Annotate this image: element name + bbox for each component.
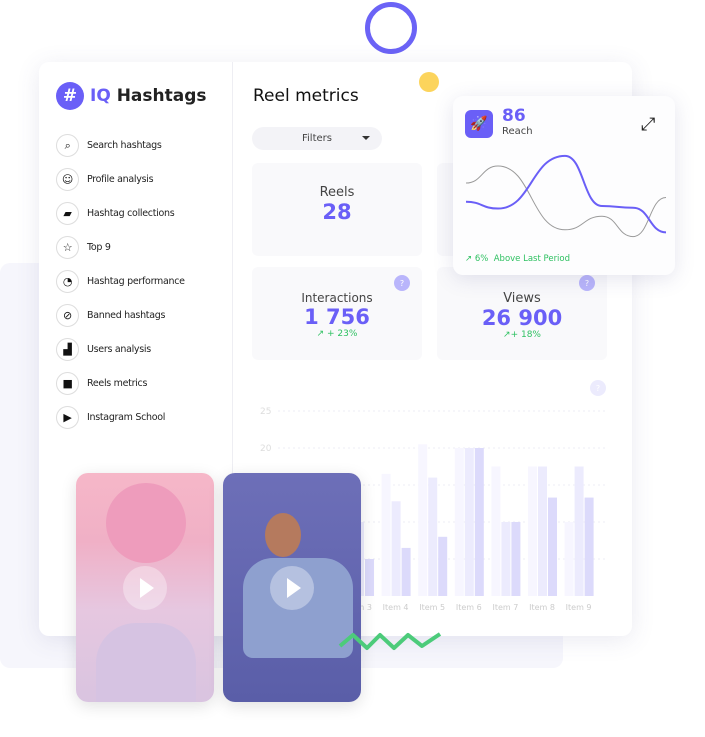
x-tick-label: Item 4 — [383, 603, 409, 612]
play-icon[interactable] — [270, 565, 314, 610]
sidebar-item-label: Users analysis — [87, 344, 151, 355]
x-tick-label: Item 6 — [456, 603, 482, 612]
head-shape — [265, 513, 301, 557]
reach-change: ↗ 6% Above Last Period — [465, 254, 570, 264]
bar — [538, 466, 547, 596]
sparkline-primary — [465, 154, 667, 234]
search-icon: ⌕ — [56, 134, 79, 157]
bar-chart-icon: ▟ — [56, 338, 79, 361]
sidebar-item-label: Profile analysis — [87, 174, 154, 185]
bar — [438, 536, 448, 596]
card-change: ↗ + 23% — [252, 329, 422, 339]
x-tick-label: Item 5 — [419, 603, 445, 612]
change-value: + 23% — [327, 329, 358, 339]
sweater-shape — [96, 623, 196, 702]
sidebar-item-label: Banned hashtags — [87, 310, 166, 321]
sidebar-item-label: Top 9 — [87, 242, 111, 253]
x-tick-label: Item 9 — [566, 603, 592, 612]
video-icon: ■ — [56, 372, 79, 395]
views-card: ? Views 26 900 ↗+ 18% — [437, 267, 607, 360]
ban-icon: ⊘ — [56, 304, 79, 327]
play-icon[interactable] — [123, 565, 167, 610]
decorative-ring — [365, 2, 417, 54]
bar — [528, 466, 537, 596]
star-icon: ☆ — [56, 236, 79, 259]
bar — [501, 522, 511, 596]
bar — [584, 497, 594, 596]
bar — [365, 559, 374, 596]
bar — [474, 448, 484, 596]
card-label: Interactions — [301, 291, 373, 305]
sidebar-item-instagram-school[interactable]: ▶ Instagram School — [56, 406, 165, 429]
bar — [391, 501, 401, 596]
bar — [428, 477, 438, 596]
decorative-zigzag — [338, 632, 442, 650]
bar — [418, 444, 428, 596]
sidebar-item-label: Hashtag performance — [87, 276, 185, 287]
help-icon[interactable]: ? — [579, 275, 595, 291]
sidebar-item-reels-metrics[interactable]: ■ Reels metrics — [56, 372, 147, 395]
chart-help-icon[interactable]: ? — [590, 380, 606, 396]
hashtag-logo-icon: # — [56, 82, 84, 110]
sidebar-item-users-analysis[interactable]: ▟ Users analysis — [56, 338, 151, 361]
brand-suffix: Hashtags — [116, 86, 207, 106]
card-change: ↗+ 18% — [437, 330, 607, 340]
folder-icon: ▰ — [56, 202, 79, 225]
sidebar-item-hashtag-performance[interactable]: ◔ Hashtag performance — [56, 270, 185, 293]
reels-card: Reels 28 — [252, 163, 422, 256]
trend-up-icon: ↗ — [465, 254, 475, 264]
card-label: Views — [503, 291, 541, 306]
x-tick-label: Item 8 — [529, 603, 555, 612]
page-title: Reel metrics — [253, 86, 359, 106]
sparkline-secondary — [465, 165, 667, 238]
filters-label: Filters — [302, 133, 332, 144]
change-value: + 18% — [510, 330, 541, 340]
bar — [574, 466, 584, 596]
help-icon[interactable]: ? — [394, 275, 410, 291]
interactions-card: ? Interactions 1 756 ↗ + 23% — [252, 267, 422, 360]
sidebar-item-label: Hashtag collections — [87, 208, 175, 219]
filters-dropdown[interactable]: Filters — [252, 127, 382, 150]
sidebar-item-profile-analysis[interactable]: ☺ Profile analysis — [56, 168, 154, 191]
bar — [548, 497, 557, 596]
card-value: 1 756 — [304, 305, 370, 329]
card-value: 26 900 — [481, 306, 563, 330]
reach-change-value: 6% — [474, 254, 489, 264]
sidebar-item-banned-hashtags[interactable]: ⊘ Banned hashtags — [56, 304, 165, 327]
sidebar-item-label: Reels metrics — [87, 378, 148, 389]
brand-prefix: IQ — [90, 86, 111, 106]
play-box-icon: ▶ — [56, 406, 79, 429]
reach-sparkline — [465, 154, 667, 238]
reel-thumbnail-pink[interactable] — [76, 473, 214, 702]
y-tick-label: 20 — [260, 444, 272, 454]
reach-change-text: Above Last Period — [493, 254, 571, 264]
y-tick-label: 25 — [260, 407, 271, 417]
sidebar-item-top-9[interactable]: ☆ Top 9 — [56, 236, 111, 259]
bar — [511, 522, 521, 596]
chevron-down-icon — [362, 136, 370, 140]
gauge-icon: ◔ — [56, 270, 79, 293]
sidebar-item-hashtag-collections[interactable]: ▰ Hashtag collections — [56, 202, 175, 225]
bar — [491, 466, 501, 596]
brand-name: IQ Hashtags — [90, 86, 207, 106]
logo[interactable]: # IQ Hashtags — [56, 82, 207, 110]
face-icon: ☺ — [56, 168, 79, 191]
reach-popup: 🚀 86 Reach ⤢ ↗ 6% Above Last Period — [453, 96, 675, 275]
trend-up-icon: ↗ — [316, 329, 327, 339]
reel-thumbnail-blue[interactable] — [223, 473, 361, 702]
card-value: 28 — [322, 200, 352, 224]
card-label: Reels — [319, 185, 355, 200]
sidebar-item-search-hashtags[interactable]: ⌕ Search hashtags — [56, 134, 162, 157]
bar — [401, 547, 411, 596]
trend-up-icon: ↗ — [503, 330, 511, 340]
bar — [381, 473, 391, 596]
sidebar-item-label: Instagram School — [87, 412, 166, 423]
bar — [464, 448, 474, 596]
bar — [564, 522, 574, 596]
bar — [454, 448, 464, 596]
x-tick-label: Item 7 — [492, 603, 518, 612]
hair-shape — [106, 483, 186, 563]
decorative-dot — [419, 72, 439, 92]
sidebar-item-label: Search hashtags — [87, 140, 162, 151]
